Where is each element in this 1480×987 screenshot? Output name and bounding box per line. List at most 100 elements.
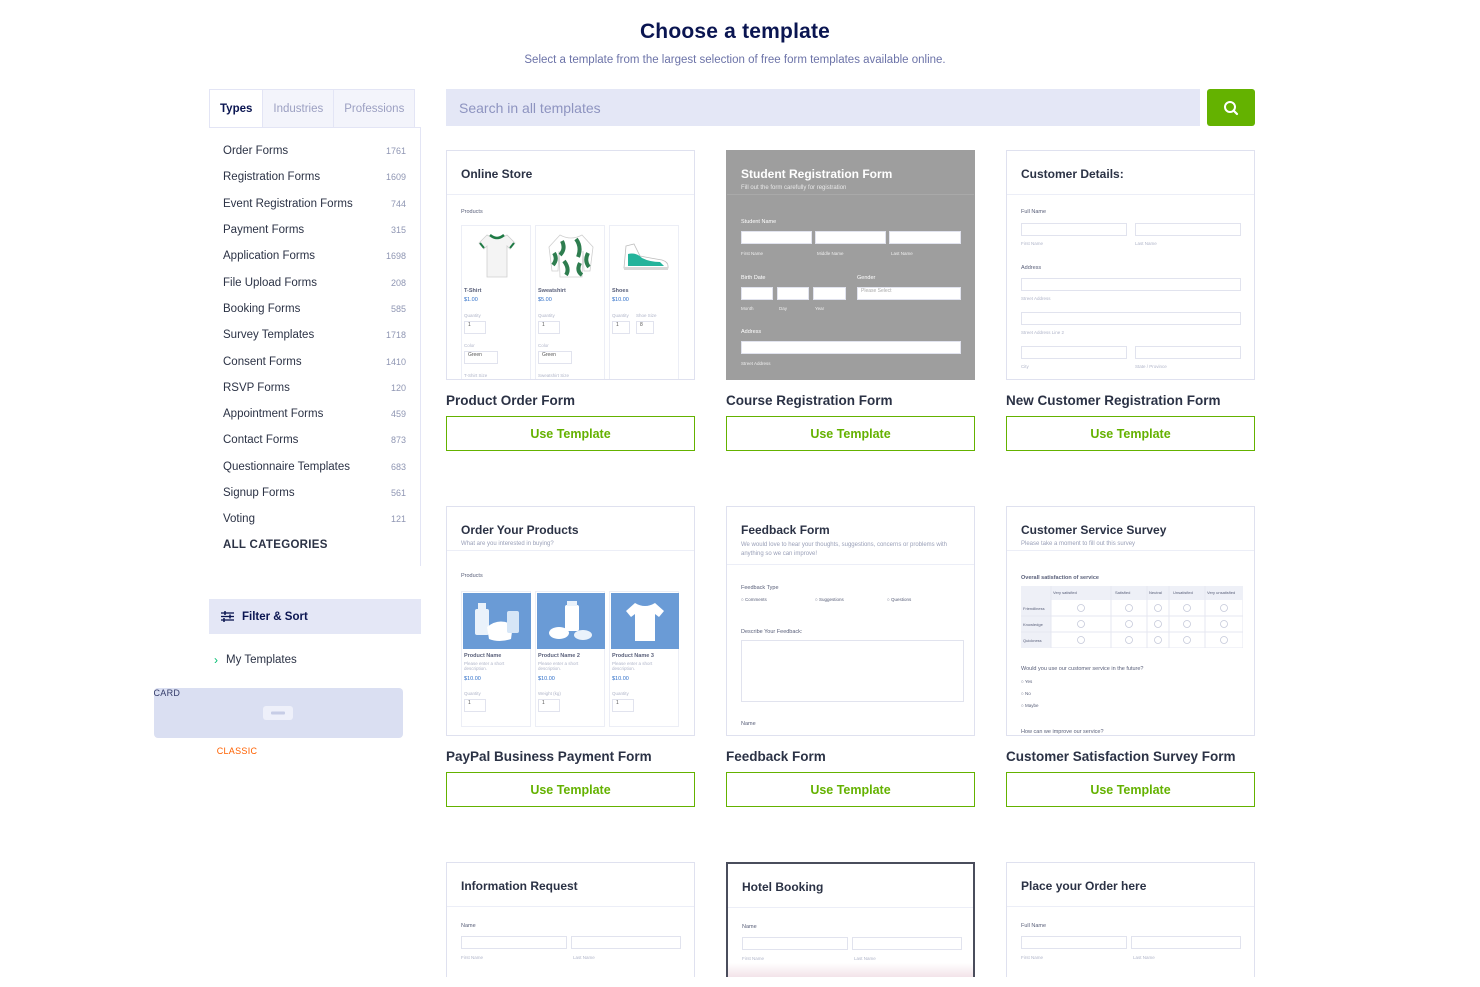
category-item[interactable]: Survey Templates 1718: [223, 322, 406, 348]
use-template-button[interactable]: Use Template: [726, 772, 975, 807]
street-input[interactable]: [741, 341, 961, 354]
page-title: Choose a template: [639, 20, 831, 43]
category-item[interactable]: Application Forms 1698: [223, 243, 406, 269]
use-template-button[interactable]: Use Template: [446, 416, 695, 451]
template-preview[interactable]: Hotel Booking Name First Name Last Name: [726, 862, 975, 977]
template-preview[interactable]: Customer Service Survey Please take a mo…: [1006, 506, 1255, 736]
product-name: T-Shirt: [464, 288, 482, 294]
product-price: $1.00: [464, 297, 478, 303]
matrix-row: Friendliness: [1023, 606, 1045, 611]
tab-industries[interactable]: Industries: [263, 89, 335, 127]
grocery-icon: [537, 593, 605, 649]
state-sublabel: State / Province: [1135, 364, 1167, 369]
street2-input[interactable]: [1021, 312, 1241, 325]
first-name-input[interactable]: [742, 937, 848, 950]
filter-sort-button[interactable]: Filter & Sort: [209, 599, 421, 634]
category-item[interactable]: Voting 121: [223, 506, 406, 532]
last-name-input[interactable]: [889, 231, 961, 244]
category-item[interactable]: RSVP Forms 120: [223, 375, 406, 401]
template-preview[interactable]: Customer Details: Full Name First Name L…: [1006, 150, 1255, 380]
qty-select[interactable]: 1: [538, 321, 560, 334]
product-desc: Please enter a short description.: [612, 661, 653, 671]
product-name: Sweatshirt: [538, 288, 566, 294]
radio-option: ○ Comments: [741, 597, 767, 602]
month-select[interactable]: [741, 287, 773, 300]
category-count: 585: [390, 303, 406, 314]
feedback-type-label: Feedback Type: [741, 585, 779, 591]
category-count: 744: [390, 198, 406, 209]
option-select[interactable]: 8: [636, 321, 654, 334]
medical-supplies-icon: [463, 593, 531, 649]
preview-title: Customer Service Survey: [1021, 523, 1167, 537]
category-item[interactable]: Order Forms 1761: [223, 138, 406, 164]
shoe-icon: [611, 227, 679, 283]
use-template-button[interactable]: Use Template: [726, 416, 975, 451]
option-label: Color: [538, 343, 549, 348]
option-select[interactable]: Green: [538, 351, 572, 364]
category-label: Booking Forms: [223, 302, 301, 315]
category-count: 1410: [385, 356, 406, 367]
use-template-button[interactable]: Use Template: [446, 772, 695, 807]
category-item[interactable]: Appointment Forms 459: [223, 401, 406, 427]
category-label: Appointment Forms: [223, 408, 324, 421]
qty-select[interactable]: 1: [538, 699, 560, 712]
gender-select[interactable]: Please Select: [857, 287, 961, 300]
category-item[interactable]: File Upload Forms 208: [223, 269, 406, 295]
first-name-input[interactable]: [1021, 936, 1127, 949]
year-select[interactable]: [813, 287, 846, 300]
qty-select[interactable]: 1: [612, 321, 630, 334]
tab-types[interactable]: Types: [209, 89, 264, 127]
last-name-input[interactable]: [571, 936, 681, 949]
product-name: Product Name 3: [612, 653, 654, 659]
category-item[interactable]: Questionnaire Templates 683: [223, 454, 406, 480]
gender-label: Gender: [857, 275, 876, 281]
city-input[interactable]: [1021, 346, 1127, 359]
category-item[interactable]: Event Registration Forms 744: [223, 191, 406, 217]
template-preview[interactable]: Online Store Products T-Shirt $1.00 Quan…: [446, 150, 695, 380]
qty-select[interactable]: 1: [464, 321, 486, 334]
category-item[interactable]: Signup Forms 561: [223, 480, 406, 506]
category-item[interactable]: Booking Forms 585: [223, 296, 406, 322]
template-preview[interactable]: Order Your Products What are you interes…: [446, 506, 695, 736]
state-input[interactable]: [1135, 346, 1241, 359]
template-preview[interactable]: Student Registration Form Fill out the f…: [726, 150, 975, 380]
template-preview[interactable]: Feedback Form We would love to hear your…: [726, 506, 975, 736]
qty-select[interactable]: 1: [464, 699, 486, 712]
first-name-input[interactable]: [461, 936, 567, 949]
last-name-input[interactable]: [1131, 936, 1241, 949]
year-sublabel: Year: [815, 306, 825, 311]
radio-option: ○ Maybe: [1021, 703, 1039, 708]
all-categories-link[interactable]: ALL CATEGORIES: [223, 532, 406, 558]
template-preview[interactable]: Information Request Name First Name Last…: [446, 862, 695, 977]
my-templates-toggle[interactable]: › My Templates: [214, 653, 297, 667]
feedback-textarea[interactable]: [741, 640, 964, 702]
option-label: Shoe Size: [636, 313, 657, 318]
street-input[interactable]: [1021, 278, 1241, 291]
search-button[interactable]: [1207, 89, 1255, 126]
category-item[interactable]: Registration Forms 1609: [223, 164, 406, 190]
use-template-button[interactable]: Use Template: [1006, 772, 1255, 807]
first-name-input[interactable]: [1021, 223, 1127, 236]
middle-name-input[interactable]: [815, 231, 886, 244]
category-item[interactable]: Consent Forms 1410: [223, 348, 406, 374]
name-label: Name: [461, 923, 476, 929]
preview-title: Customer Details:: [1007, 151, 1254, 195]
template-preview[interactable]: Place your Order here Full Name First Na…: [1006, 862, 1255, 977]
category-item[interactable]: Payment Forms 315: [223, 217, 406, 243]
option-select[interactable]: Green: [464, 351, 498, 364]
use-template-button[interactable]: Use Template: [1006, 416, 1255, 451]
sidebar-tabs: Types Industries Professions: [209, 89, 421, 128]
category-item[interactable]: Contact Forms 873: [223, 427, 406, 453]
qty-label: Quantity: [612, 691, 629, 696]
search-input[interactable]: Search in all templates: [446, 89, 1200, 126]
last-name-input[interactable]: [852, 937, 962, 950]
template-card: Customer Service Survey Please take a mo…: [1006, 506, 1255, 807]
first-name-input[interactable]: [741, 231, 812, 244]
overall-label: Overall satisfaction of service: [1021, 575, 1099, 581]
preview-title: Feedback Form: [741, 523, 830, 537]
radio-option-label: Questions: [890, 597, 912, 602]
tab-professions[interactable]: Professions: [334, 89, 416, 127]
day-select[interactable]: [777, 287, 809, 300]
last-name-input[interactable]: [1135, 223, 1241, 236]
qty-select[interactable]: 1: [612, 699, 634, 712]
